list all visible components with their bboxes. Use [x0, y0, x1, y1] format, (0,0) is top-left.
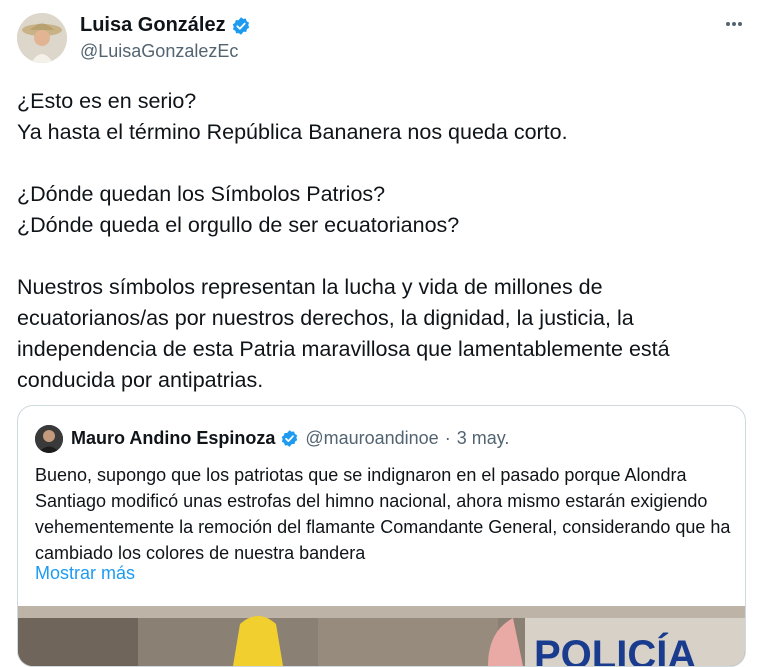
- more-options-button[interactable]: [719, 12, 749, 36]
- author-avatar[interactable]: [17, 13, 67, 63]
- separator-dot: ·: [444, 428, 451, 448]
- quoted-tweet-header: Mauro Andino Espinoza @mauroandinoe · 3 …: [71, 428, 509, 449]
- more-horizontal-icon: [726, 22, 742, 26]
- author-name[interactable]: Luisa González: [80, 14, 226, 37]
- media-caption: POLICÍA: [534, 632, 696, 666]
- author-name-row[interactable]: Luisa González: [80, 14, 251, 37]
- quoted-tweet-date[interactable]: 3 may.: [457, 428, 510, 449]
- quoted-media-image[interactable]: POLICÍA: [18, 606, 745, 666]
- show-more-link[interactable]: Mostrar más: [35, 563, 135, 584]
- quoted-author-handle[interactable]: @mauroandinoe: [305, 428, 438, 449]
- author-handle[interactable]: @LuisaGonzalezEc: [80, 41, 238, 62]
- quoted-author-avatar[interactable]: [35, 425, 63, 453]
- quoted-tweet-card[interactable]: Mauro Andino Espinoza @mauroandinoe · 3 …: [17, 405, 746, 667]
- verified-badge-icon: [231, 16, 251, 36]
- verified-badge-icon: [280, 429, 299, 448]
- tweet-text: ¿Esto es en serio? Ya hasta el término R…: [17, 89, 670, 392]
- quoted-tweet-text: Bueno, supongo que los patriotas que se …: [35, 465, 736, 563]
- quoted-author-name[interactable]: Mauro Andino Espinoza: [71, 428, 275, 449]
